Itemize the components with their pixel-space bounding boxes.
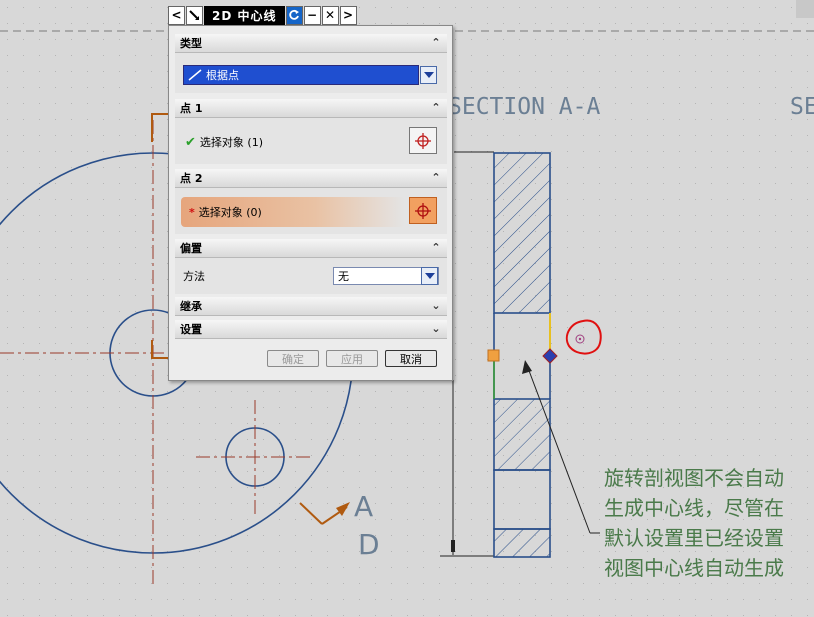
chevron-up-icon[interactable]: ⌃: [429, 240, 443, 255]
annotation-line: 生成中心线，尽管在: [604, 496, 784, 520]
checkmark-icon: ✔: [185, 134, 196, 150]
hatch-middle: [493, 398, 551, 471]
inherit-section-header[interactable]: 继承 ⌄: [175, 297, 447, 316]
inherit-section-title: 继承: [180, 300, 202, 313]
point1-section-header[interactable]: 点 1 ⌃: [175, 99, 447, 118]
required-asterisk-icon: *: [189, 205, 195, 219]
type-section-header[interactable]: 类型 ⌃: [175, 34, 447, 53]
apply-button[interactable]: 应用: [326, 350, 378, 367]
next-button[interactable]: >: [339, 5, 357, 25]
type-section-title: 类型: [180, 37, 202, 50]
close-button[interactable]: ✕: [321, 5, 339, 25]
point2-section-title: 点 2: [180, 172, 203, 185]
point2-select-label: 选择对象 (0): [198, 206, 262, 219]
settings-section-header[interactable]: 设置 ⌄: [175, 320, 447, 339]
offset-section-title: 偏置: [180, 242, 202, 255]
point2-section-header[interactable]: 点 2 ⌃: [175, 169, 447, 188]
method-dropdown-button[interactable]: [421, 267, 438, 285]
ok-button[interactable]: 确定: [267, 350, 319, 367]
point2-select-object[interactable]: * 选择对象 (0): [189, 203, 262, 221]
annotation-line: 旋转剖视图不会自动: [604, 466, 784, 490]
centerline-dialog: 类型 ⌃ 根据点 点 1 ⌃ ✔ 选择对象 (1) 点 2 ⌃ * 选择对象 (…: [168, 25, 453, 381]
annotation-line: 视图中心线自动生成: [604, 556, 784, 580]
point1-select-label: 选择对象 (1): [199, 136, 263, 149]
type-dropdown-button[interactable]: [420, 66, 437, 84]
crosshair-icon: [415, 202, 431, 219]
hatch-top: [493, 152, 551, 314]
section-title: SECTION A-A: [448, 94, 601, 120]
section-letter-a: A: [354, 490, 374, 523]
offset-section-header[interactable]: 偏置 ⌃: [175, 239, 447, 258]
cancel-button[interactable]: 取消: [385, 350, 437, 367]
annotation-text: 旋转剖视图不会自动 生成中心线，尽管在 默认设置里已经设置 视图中心线自动生成: [604, 463, 784, 583]
settings-section-title: 设置: [180, 323, 202, 336]
reset-icon[interactable]: [285, 5, 303, 25]
point1-section-title: 点 1: [180, 102, 203, 115]
point1-crosshair-button[interactable]: [409, 127, 437, 154]
pin-icon[interactable]: [186, 5, 203, 25]
line-icon: [188, 69, 202, 81]
chevron-up-icon[interactable]: ⌃: [429, 100, 443, 115]
chevron-up-icon[interactable]: ⌃: [429, 170, 443, 185]
minimize-button[interactable]: −: [303, 5, 321, 25]
chevron-up-icon[interactable]: ⌃: [429, 35, 443, 50]
type-select-value: 根据点: [206, 69, 239, 82]
dialog-titlebar: < 2D 中心线 − ✕ >: [168, 4, 358, 26]
point2-crosshair-button[interactable]: [409, 197, 437, 224]
chevron-down-icon: [423, 72, 434, 78]
crosshair-icon: [415, 132, 431, 149]
method-select-value: 无: [338, 270, 349, 283]
section-letter-d: D: [358, 528, 380, 561]
section-title-2: SE: [790, 94, 814, 120]
type-select[interactable]: 根据点: [183, 65, 419, 85]
chevron-down-icon[interactable]: ⌄: [429, 321, 443, 336]
annotation-line: 默认设置里已经设置: [604, 526, 784, 550]
method-label: 方法: [183, 270, 205, 283]
chevron-down-icon: [424, 273, 435, 279]
dialog-title: 2D 中心线: [204, 5, 285, 25]
point1-select-object[interactable]: ✔ 选择对象 (1): [185, 133, 263, 151]
prev-button[interactable]: <: [168, 5, 185, 25]
chevron-down-icon[interactable]: ⌄: [429, 298, 443, 313]
point-marker-left: [487, 349, 500, 362]
hatch-bottom: [493, 528, 551, 558]
